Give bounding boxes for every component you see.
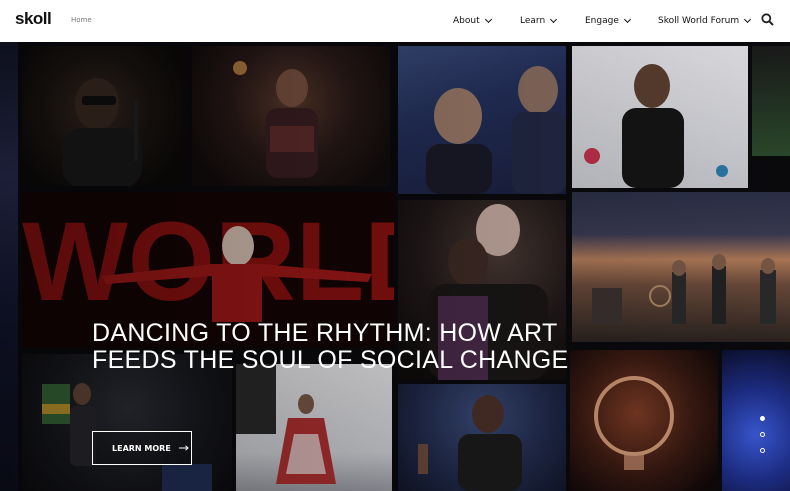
nav-learn[interactable]: Learn <box>520 14 558 28</box>
nav-learn-label: Learn <box>520 16 546 26</box>
performer-figure <box>233 61 318 178</box>
nav-engage[interactable]: Engage <box>585 14 631 28</box>
photo-desert-musicians <box>572 192 790 342</box>
audience-figures <box>426 66 566 194</box>
world-backdrop-text: WORLD <box>22 199 394 324</box>
nav-about-label: About <box>453 16 480 26</box>
search-icon[interactable] <box>761 13 774 26</box>
nav-skoll-world-forum-label: Skoll World Forum <box>658 16 740 26</box>
learn-more-button[interactable]: LEARN MORE <box>92 431 192 465</box>
chevron-down-icon <box>484 15 492 24</box>
musicians-figures <box>592 254 776 324</box>
photo-singer-microphone <box>22 46 186 186</box>
musician-flag-figures <box>42 383 212 491</box>
photo-audience-smiling <box>398 46 566 194</box>
chevron-down-icon <box>550 15 558 24</box>
photo-right-edge-top <box>752 46 790 156</box>
photo-dancer-costume <box>236 364 392 491</box>
nav-skoll-world-forum[interactable]: Skoll World Forum <box>658 14 752 28</box>
photo-speaker-shirt <box>398 384 566 491</box>
photo-right-edge-bottom <box>722 350 790 491</box>
hero-headline: DANCING TO THE RHYTHM: HOW ART FEEDS THE… <box>92 319 569 374</box>
arrow-right-icon <box>178 445 189 451</box>
photo-performer-maracas <box>192 46 390 186</box>
singer-figure <box>62 78 142 186</box>
hero-collage: WORLD DANCING TO THE RHYTHM: HOW ART FEE… <box>0 42 790 491</box>
photo-painter <box>572 46 748 188</box>
carousel-dot-3[interactable] <box>760 448 765 453</box>
painter-figure <box>584 64 728 188</box>
speaker-figure <box>418 395 522 491</box>
chevron-down-icon <box>623 15 631 24</box>
carousel-dot-1[interactable] <box>760 416 765 421</box>
photo-lightbulb-stage <box>570 350 718 491</box>
site-header: skoll Home About Learn Engage Skoll Worl… <box>0 0 790 42</box>
learn-more-label: LEARN MORE <box>112 443 171 453</box>
carousel-dot-2[interactable] <box>760 432 765 437</box>
lightbulb-shape <box>594 376 674 470</box>
skoll-logo[interactable]: skoll <box>15 9 52 29</box>
breadcrumb[interactable]: Home <box>71 16 92 24</box>
nav-engage-label: Engage <box>585 16 619 26</box>
dancer-figure <box>236 364 336 484</box>
photo-musician-flag <box>22 354 232 491</box>
chevron-down-icon <box>744 15 752 24</box>
nav-about[interactable]: About <box>453 14 492 28</box>
photo-tile-left-edge <box>0 42 18 491</box>
carousel-dots <box>760 416 765 464</box>
